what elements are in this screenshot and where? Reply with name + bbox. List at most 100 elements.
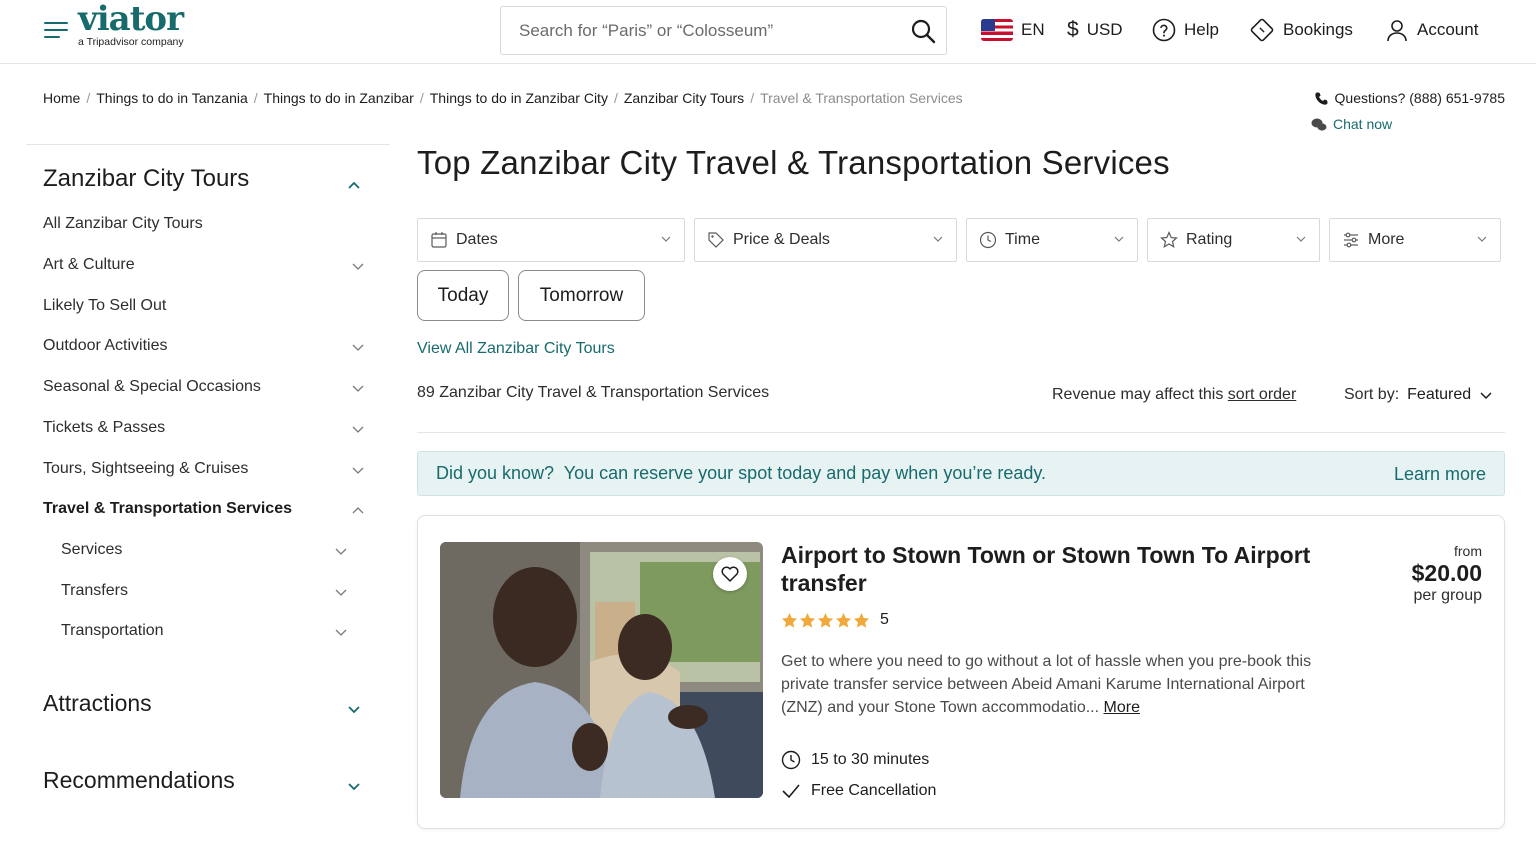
sidebar-item-outdoor[interactable]: Outdoor Activities [43, 337, 168, 355]
sort-dropdown[interactable]: Sort by: Featured [1344, 386, 1493, 404]
price-block: from $20.00 per group [1412, 543, 1482, 605]
duration: 15 to 30 minutes [781, 750, 929, 770]
us-flag-icon [981, 19, 1013, 41]
sidebar-subitem-transfers[interactable]: Transfers [61, 582, 128, 600]
sidebar-title[interactable]: Zanzibar City Tours [43, 165, 249, 193]
heart-icon [721, 566, 739, 582]
revenue-text: Revenue may affect this [1052, 386, 1228, 403]
chevron-up-icon[interactable] [351, 503, 365, 517]
sidebar-item-art-culture[interactable]: Art & Culture [43, 256, 135, 274]
account-link[interactable]: Account [1385, 16, 1478, 44]
search-icon[interactable] [910, 18, 936, 44]
filter-time[interactable]: Time [966, 218, 1138, 262]
chevron-down-icon [1480, 392, 1492, 400]
chevron-down-icon[interactable] [334, 544, 348, 558]
chevron-down-icon [1477, 236, 1487, 242]
search-box [500, 6, 947, 55]
filter-price-label: Price & Deals [733, 231, 830, 248]
checkmark-icon [782, 784, 800, 799]
star-icon [1160, 231, 1178, 249]
sidebar-subitem-services[interactable]: Services [61, 541, 122, 559]
language-selector[interactable]: EN [981, 16, 1045, 44]
sort-order-link[interactable]: sort order [1228, 386, 1296, 403]
wishlist-heart-button[interactable] [713, 557, 747, 591]
chevron-down-icon[interactable] [334, 625, 348, 639]
menu-icon[interactable] [44, 22, 68, 40]
viator-logo[interactable]: viator a Tripadvisor company [78, 0, 184, 48]
chat-now-link[interactable]: Chat now [1311, 116, 1392, 132]
reserve-banner: Did you know? You can reserve your spot … [417, 451, 1505, 496]
breadcrumb-home[interactable]: Home [43, 90, 80, 106]
sidebar-item-all-tours[interactable]: All Zanzibar City Tours [43, 215, 203, 233]
filter-dates[interactable]: Dates [417, 218, 685, 262]
breadcrumb-tanzania[interactable]: Things to do in Tanzania [96, 90, 248, 106]
chevron-down-icon[interactable] [351, 381, 365, 395]
sidebar-item-tours-sightseeing[interactable]: Tours, Sightseeing & Cruises [43, 460, 248, 478]
clock-icon [979, 231, 997, 249]
today-button[interactable]: Today [417, 270, 509, 321]
chevron-down-icon [1114, 236, 1124, 242]
chevron-down-icon[interactable] [347, 779, 361, 793]
dollar-icon: $ [1067, 18, 1079, 41]
chevron-down-icon [661, 236, 671, 242]
filter-rating-label: Rating [1186, 231, 1233, 248]
logo-subtitle: a Tripadvisor company [78, 36, 184, 48]
tomorrow-button[interactable]: Tomorrow [518, 270, 645, 321]
breadcrumb-separator: / [253, 90, 258, 106]
star-icon [817, 612, 834, 628]
currency-selector[interactable]: $ USD [1067, 16, 1123, 44]
star-icon [853, 612, 870, 628]
phone-questions[interactable]: Questions? (888) 651-9785 [1314, 90, 1505, 106]
duration-text: 15 to 30 minutes [811, 751, 930, 768]
filter-more[interactable]: More [1329, 218, 1501, 262]
sidebar-item-seasonal[interactable]: Seasonal & Special Occasions [43, 378, 261, 396]
chevron-up-icon[interactable] [347, 178, 361, 192]
product-description: Get to where you need to go without a lo… [781, 650, 1326, 719]
help-link[interactable]: Help [1152, 16, 1219, 44]
product-photo[interactable] [440, 542, 763, 798]
product-card[interactable]: Airport to Stown Town or Stown Town To A… [417, 515, 1505, 829]
star-icon [799, 612, 816, 628]
sidebar-item-likely-sell-out[interactable]: Likely To Sell Out [43, 297, 166, 315]
breadcrumb-zanzibar-city[interactable]: Things to do in Zanzibar City [430, 90, 608, 106]
chevron-down-icon[interactable] [334, 585, 348, 599]
chevron-down-icon[interactable] [351, 259, 365, 273]
sidebar-item-tickets[interactable]: Tickets & Passes [43, 419, 165, 437]
filter-price-deals[interactable]: Price & Deals [694, 218, 957, 262]
chevron-down-icon[interactable] [351, 340, 365, 354]
chevron-down-icon[interactable] [351, 463, 365, 477]
product-title[interactable]: Airport to Stown Town or Stown Town To A… [781, 541, 1341, 597]
sidebar-subitem-transportation[interactable]: Transportation [61, 622, 164, 640]
tag-icon [708, 232, 724, 248]
chat-label: Chat now [1333, 116, 1393, 132]
sidebar-item-travel-transportation[interactable]: Travel & Transportation Services [43, 500, 292, 518]
top-header: viator a Tripadvisor company EN $ USD He… [0, 0, 1536, 64]
logo-wordmark: viator [78, 0, 184, 39]
breadcrumb-separator: / [419, 90, 424, 106]
help-label: Help [1184, 20, 1219, 39]
breadcrumb-zanzibar[interactable]: Things to do in Zanzibar [264, 90, 414, 106]
chevron-down-icon [933, 236, 943, 242]
chevron-down-icon[interactable] [347, 702, 361, 716]
search-input[interactable] [501, 7, 891, 54]
star-rating: 5 [781, 611, 889, 629]
sidebar-section-recommendations[interactable]: Recommendations [43, 767, 235, 794]
chat-icon [1311, 118, 1327, 131]
more-link[interactable]: More [1104, 699, 1140, 716]
learn-more-link[interactable]: Learn more [1394, 464, 1486, 485]
filter-rating[interactable]: Rating [1147, 218, 1320, 262]
clock-icon [781, 750, 801, 770]
sliders-icon [1344, 232, 1358, 248]
view-all-link[interactable]: View All Zanzibar City Tours [417, 340, 615, 358]
chevron-down-icon[interactable] [351, 422, 365, 436]
bookings-link[interactable]: Bookings [1249, 16, 1353, 44]
breadcrumb-city-tours[interactable]: Zanzibar City Tours [624, 90, 744, 106]
user-icon [1387, 20, 1407, 42]
bookings-label: Bookings [1283, 20, 1353, 39]
ticket-icon [1250, 18, 1274, 42]
price-per: per group [1413, 587, 1483, 604]
results-count: 89 Zanzibar City Travel & Transportation… [417, 384, 770, 401]
sidebar-section-attractions[interactable]: Attractions [43, 690, 152, 717]
revenue-notice: Revenue may affect this sort order [1052, 386, 1296, 404]
price-amount: $20.00 [1411, 560, 1482, 586]
